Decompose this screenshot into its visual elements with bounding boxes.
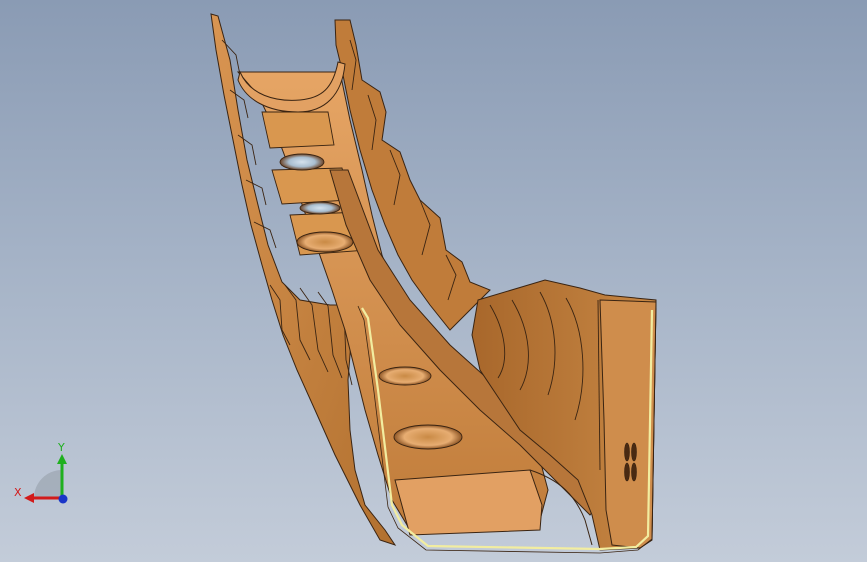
triad-plane-quadrant xyxy=(34,470,62,498)
front-block xyxy=(394,469,543,536)
x-axis-label: X xyxy=(14,486,22,499)
hole-lower-1 xyxy=(378,366,432,386)
hole-lower-2 xyxy=(393,424,463,450)
hole-upper-2 xyxy=(299,201,341,215)
hole-mid-1 xyxy=(296,231,354,253)
3d-viewport[interactable]: Y X xyxy=(0,0,867,562)
z-axis-dot xyxy=(58,494,68,504)
y-axis-label: Y xyxy=(58,441,65,454)
cad-model-part[interactable] xyxy=(0,0,867,562)
hole-upper-1 xyxy=(279,153,325,171)
coordinate-triad: Y X xyxy=(12,440,74,510)
